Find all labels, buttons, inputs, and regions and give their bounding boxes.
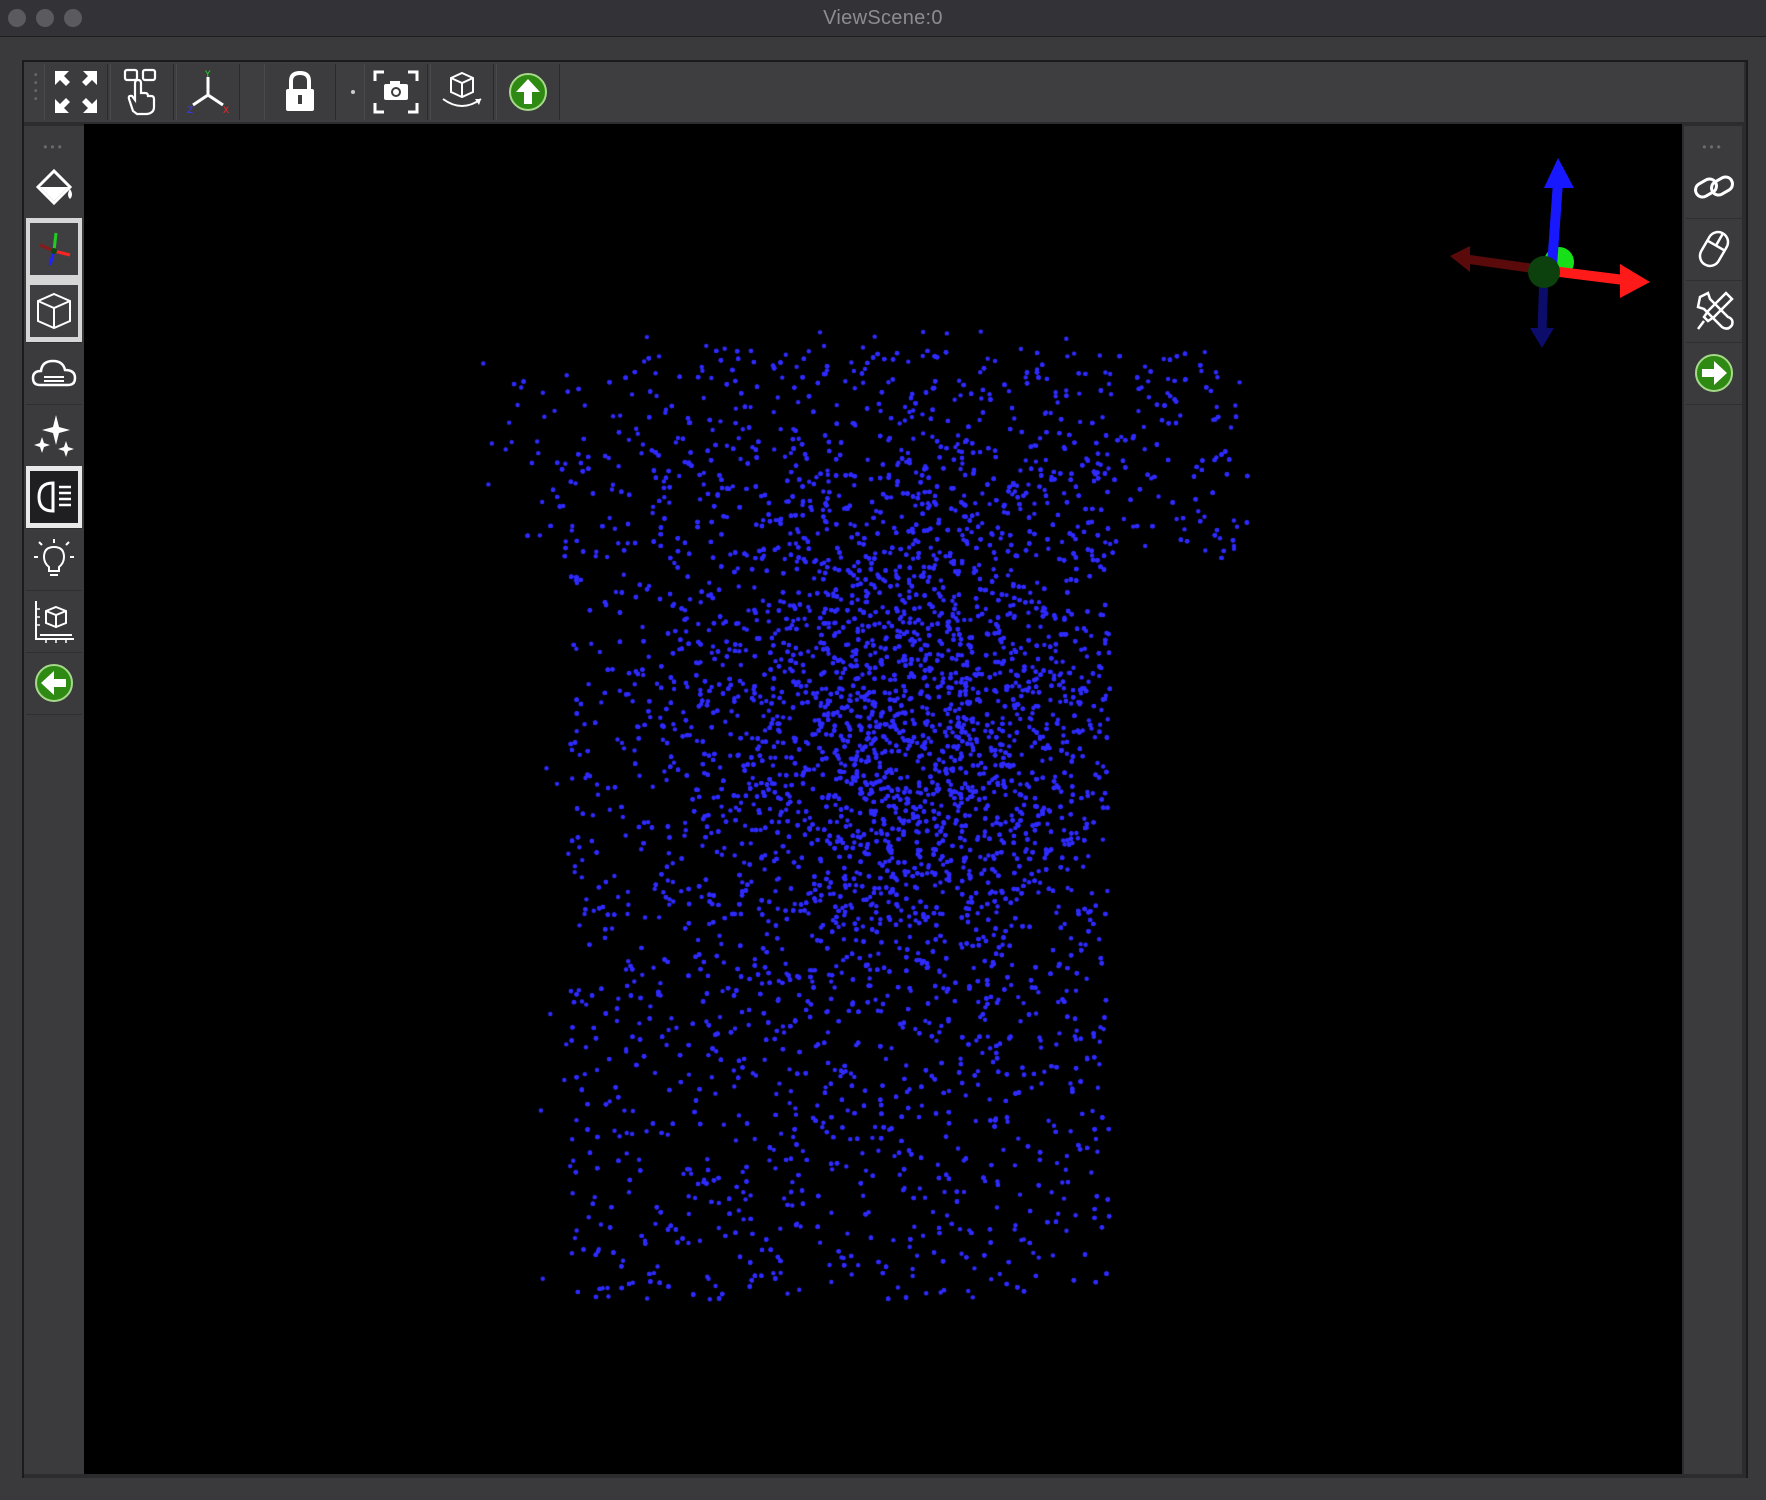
cloud-icon bbox=[31, 359, 77, 387]
lock-icon bbox=[286, 70, 314, 111]
stars-button[interactable] bbox=[26, 404, 82, 467]
right-toolbar: ••• bbox=[1684, 126, 1742, 1474]
collapse-right-toolbar-button[interactable] bbox=[1686, 342, 1742, 405]
top-toolbar: • • • • Y Z X bbox=[24, 62, 1744, 122]
headlight-button[interactable] bbox=[26, 466, 82, 529]
paint-bucket-icon bbox=[35, 168, 73, 206]
right-toolbar-grip[interactable]: ••• bbox=[1684, 140, 1742, 154]
window-title: ViewScene:0 bbox=[823, 7, 943, 29]
green-left-arrow-icon bbox=[35, 664, 73, 702]
fog-button[interactable] bbox=[26, 342, 82, 405]
xyz-axes-icon: Y Z X bbox=[187, 70, 229, 115]
toolbar-grip[interactable]: • • • • bbox=[34, 71, 38, 105]
axes-icon bbox=[39, 232, 71, 266]
left-toolbar: ••• bbox=[24, 126, 84, 1474]
svg-text:Z: Z bbox=[187, 106, 193, 115]
lighting-button[interactable] bbox=[26, 528, 82, 591]
green-right-arrow-icon bbox=[1695, 354, 1733, 392]
ruler-cube-icon bbox=[35, 601, 74, 643]
camera-frame-icon bbox=[373, 70, 419, 114]
hand-pointer-icon bbox=[123, 68, 157, 116]
wrench-screwdriver-icon bbox=[1696, 291, 1734, 330]
headlight-icon bbox=[37, 481, 71, 513]
axis-view-button[interactable]: Y Z X bbox=[176, 64, 240, 120]
svg-text:Y: Y bbox=[204, 70, 211, 80]
screenshot-button[interactable] bbox=[364, 64, 428, 120]
orientation-axes-button[interactable] bbox=[26, 218, 82, 281]
link-views-button[interactable] bbox=[1686, 156, 1742, 219]
orientation-axes-gizmo[interactable] bbox=[1424, 144, 1654, 364]
bounding-box-button[interactable] bbox=[26, 280, 82, 343]
light-bulb-icon bbox=[34, 539, 74, 576]
left-toolbar-grip[interactable]: ••• bbox=[24, 140, 84, 154]
fit-view-button[interactable] bbox=[44, 64, 108, 120]
window-bottom-edge bbox=[0, 1478, 1766, 1500]
svg-text:X: X bbox=[223, 106, 229, 115]
background-color-button[interactable] bbox=[26, 156, 82, 219]
rotating-cube-icon bbox=[442, 71, 482, 107]
tools-button[interactable] bbox=[1686, 280, 1742, 343]
lock-view-button[interactable] bbox=[264, 64, 336, 120]
collapse-left-toolbar-button[interactable] bbox=[26, 652, 82, 715]
wire-cube-icon bbox=[37, 292, 71, 330]
expand-arrows-icon bbox=[55, 71, 97, 113]
green-up-arrow-icon bbox=[509, 73, 547, 111]
sparkle-icon bbox=[34, 415, 74, 457]
lock-menu-indicator[interactable] bbox=[351, 90, 355, 94]
scale-bar-button[interactable] bbox=[26, 590, 82, 653]
mouse-icon bbox=[1698, 230, 1730, 268]
interaction-mode-button[interactable] bbox=[110, 64, 174, 120]
3d-viewport[interactable] bbox=[84, 124, 1682, 1474]
window-titlebar: ViewScene:0 bbox=[0, 0, 1766, 37]
mouse-controls-button[interactable] bbox=[1686, 218, 1742, 281]
collapse-toolbar-button[interactable] bbox=[496, 64, 560, 120]
auto-rotate-button[interactable] bbox=[430, 64, 494, 120]
chain-link-icon bbox=[1694, 175, 1734, 199]
